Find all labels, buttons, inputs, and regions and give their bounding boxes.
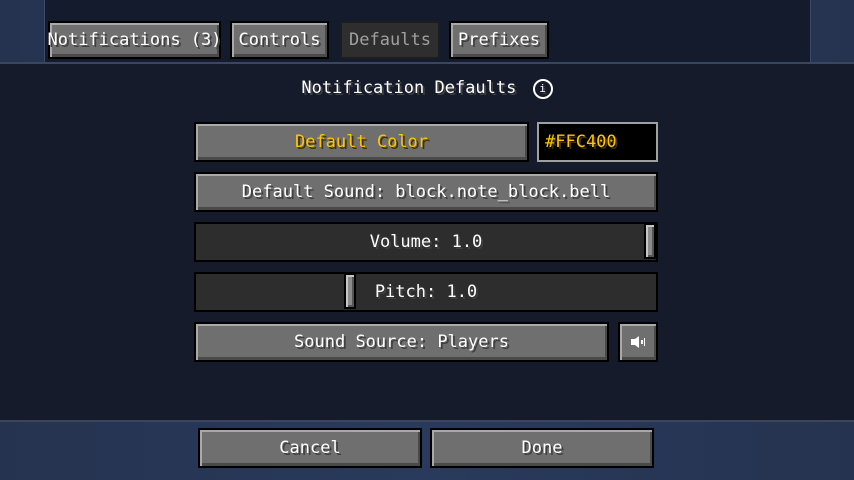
tab-defaults[interactable]: Defaults bbox=[340, 21, 440, 59]
tab-controls[interactable]: Controls bbox=[230, 21, 329, 59]
info-icon[interactable]: i bbox=[532, 79, 553, 99]
color-hex-input[interactable]: #FFC400 bbox=[537, 122, 658, 162]
volume-label: Volume: 1.0 bbox=[369, 232, 483, 252]
pitch-slider[interactable]: Pitch: 1.0 bbox=[194, 272, 658, 312]
done-button[interactable]: Done bbox=[430, 428, 654, 468]
cancel-button[interactable]: Cancel bbox=[198, 428, 422, 468]
section-title: Notification Defaults i bbox=[0, 78, 854, 99]
tab-notifications[interactable]: Notifications (3) bbox=[48, 21, 222, 59]
speaker-icon bbox=[631, 336, 645, 348]
default-sound-button[interactable]: Default Sound: block.note_block.bell bbox=[194, 172, 658, 212]
default-color-button[interactable]: Default Color bbox=[194, 122, 529, 162]
volume-slider-handle[interactable] bbox=[644, 223, 656, 259]
sound-source-button[interactable]: Sound Source: Players bbox=[194, 322, 609, 362]
section-title-text: Notification Defaults bbox=[301, 78, 517, 98]
sound-test-button[interactable] bbox=[618, 322, 658, 362]
tab-prefixes[interactable]: Prefixes bbox=[449, 21, 549, 59]
volume-slider[interactable]: Volume: 1.0 bbox=[194, 222, 658, 262]
pitch-slider-handle[interactable] bbox=[344, 273, 356, 309]
pitch-label: Pitch: 1.0 bbox=[374, 282, 478, 302]
